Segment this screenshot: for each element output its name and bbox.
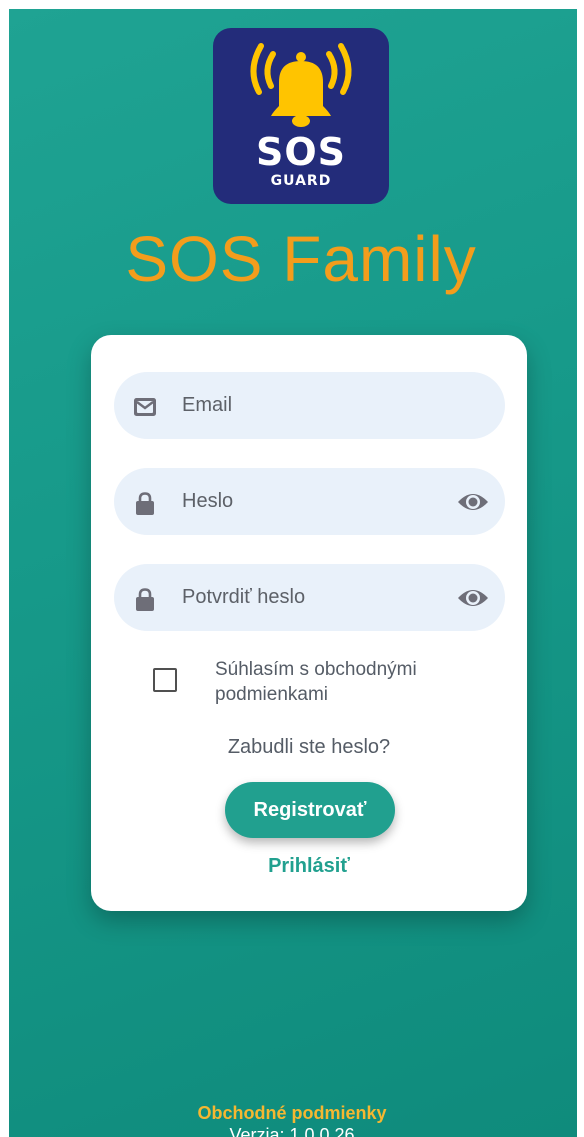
email-input[interactable] [182, 372, 432, 439]
app-logo: SOS GUARD [213, 28, 389, 204]
register-card: Súhlasím s obchodnými podmienkami Zabudl… [91, 335, 527, 911]
terms-checkbox-label: Súhlasím s obchodnými podmienkami [215, 659, 417, 705]
lock-icon [136, 588, 154, 611]
register-button[interactable]: Registrovať [225, 782, 395, 838]
eye-icon[interactable] [457, 488, 489, 516]
terms-checkbox[interactable] [153, 668, 177, 692]
forgot-password-link[interactable]: Zabudli ste heslo? [91, 736, 527, 759]
terms-link[interactable]: Obchodné podmienky [9, 1103, 577, 1124]
eye-icon[interactable] [457, 584, 489, 612]
email-field [114, 372, 505, 439]
confirm-password-input[interactable] [182, 564, 432, 631]
version-label: Verzia: 1.0.0.26 [229, 1125, 355, 1137]
lock-icon [136, 492, 154, 515]
confirm-password-field [114, 564, 505, 631]
login-link[interactable]: Prihlásiť [91, 855, 527, 878]
password-field [114, 468, 505, 535]
app-title: SOS Family [125, 223, 477, 295]
mail-icon [134, 398, 156, 416]
logo-text: SOS [255, 130, 347, 174]
password-input[interactable] [182, 468, 432, 535]
logo-subtext: GUARD [270, 173, 332, 189]
app-screen: SOS GUARD SOS Family Email Súhlasím s ob… [9, 9, 577, 1137]
